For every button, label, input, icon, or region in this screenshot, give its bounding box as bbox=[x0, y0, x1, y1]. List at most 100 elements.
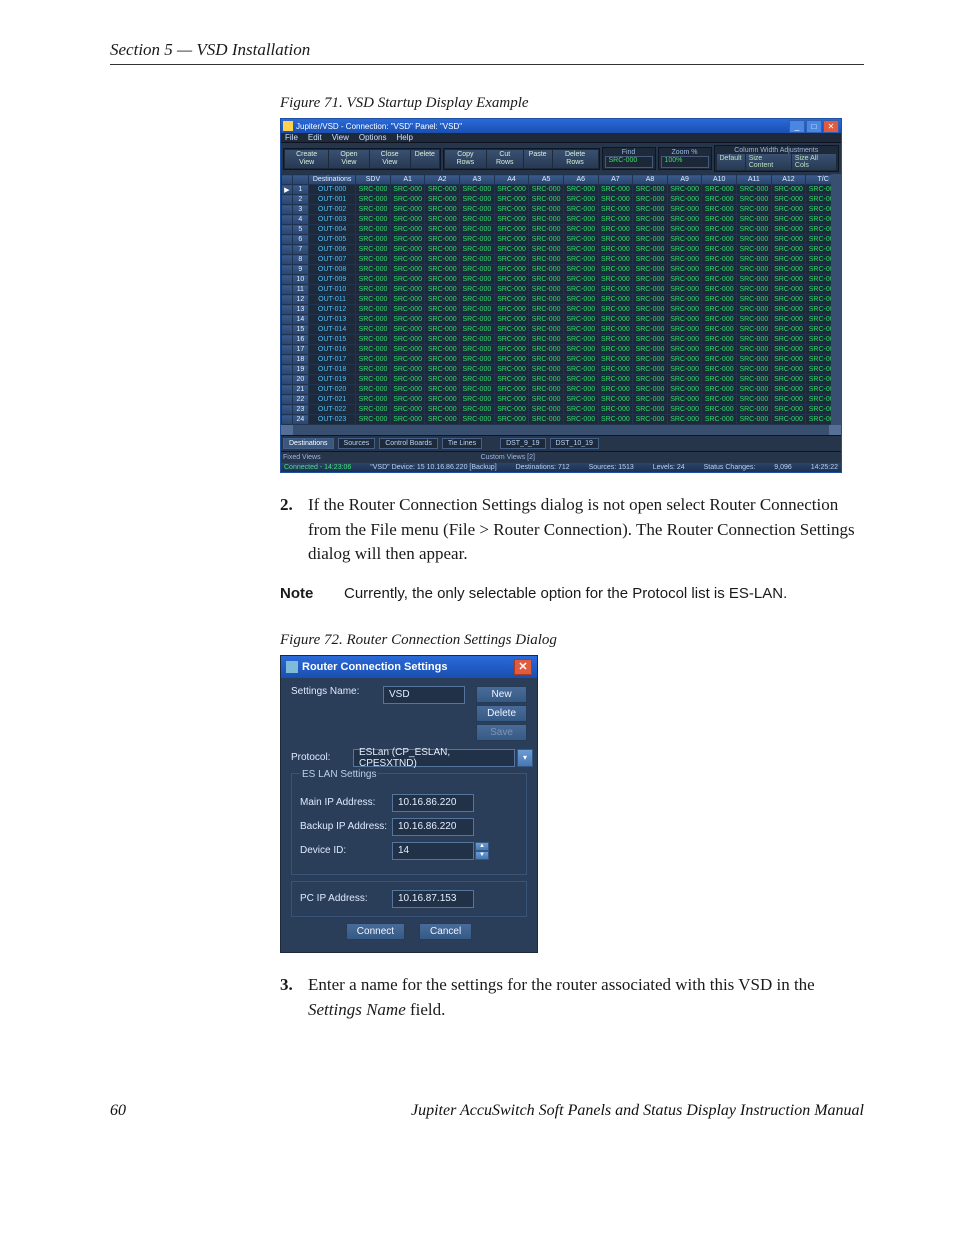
row-number[interactable]: 15 bbox=[292, 325, 308, 335]
connect-button[interactable]: Connect bbox=[346, 923, 405, 940]
destination-cell[interactable]: OUT-011 bbox=[309, 295, 356, 305]
data-cell[interactable]: SRC-000 bbox=[667, 265, 702, 275]
data-cell[interactable]: SRC-000 bbox=[702, 275, 737, 285]
destination-cell[interactable]: OUT-023 bbox=[309, 415, 356, 425]
data-cell[interactable]: SRC-000 bbox=[598, 195, 633, 205]
cancel-button[interactable]: Cancel bbox=[419, 923, 472, 940]
data-cell[interactable]: SRC-000 bbox=[702, 245, 737, 255]
data-cell[interactable]: SRC-000 bbox=[494, 305, 529, 315]
data-cell[interactable]: SRC-000 bbox=[356, 415, 391, 425]
tab-destinations[interactable]: Destinations bbox=[283, 438, 334, 449]
data-cell[interactable]: SRC-000 bbox=[667, 385, 702, 395]
data-cell[interactable]: SRC-000 bbox=[702, 385, 737, 395]
data-cell[interactable]: SRC-000 bbox=[633, 375, 668, 385]
data-cell[interactable]: SRC-000 bbox=[563, 285, 598, 295]
tab-dst-9-19[interactable]: DST_9_19 bbox=[500, 438, 545, 449]
data-cell[interactable]: SRC-000 bbox=[633, 195, 668, 205]
data-cell[interactable]: SRC-000 bbox=[460, 185, 495, 195]
data-cell[interactable]: SRC-000 bbox=[460, 225, 495, 235]
data-cell[interactable]: SRC-000 bbox=[667, 325, 702, 335]
data-cell[interactable]: SRC-000 bbox=[494, 375, 529, 385]
data-cell[interactable]: SRC-000 bbox=[425, 345, 460, 355]
grid-header[interactable]: A7 bbox=[598, 175, 633, 185]
data-cell[interactable]: SRC-000 bbox=[529, 265, 564, 275]
data-cell[interactable]: SRC-000 bbox=[356, 215, 391, 225]
zoom-input[interactable]: 100% bbox=[661, 156, 709, 168]
row-number[interactable]: 8 bbox=[292, 255, 308, 265]
data-cell[interactable]: SRC-000 bbox=[494, 205, 529, 215]
data-cell[interactable]: SRC-000 bbox=[529, 295, 564, 305]
data-cell[interactable]: SRC-000 bbox=[771, 365, 806, 375]
row-number[interactable]: 18 bbox=[292, 355, 308, 365]
data-cell[interactable]: SRC-000 bbox=[425, 395, 460, 405]
data-cell[interactable]: SRC-000 bbox=[390, 365, 425, 375]
data-cell[interactable]: SRC-000 bbox=[563, 405, 598, 415]
data-cell[interactable]: SRC-000 bbox=[563, 235, 598, 245]
data-cell[interactable]: SRC-000 bbox=[702, 215, 737, 225]
data-cell[interactable]: SRC-000 bbox=[425, 385, 460, 395]
data-cell[interactable]: SRC-000 bbox=[667, 275, 702, 285]
data-cell[interactable]: SRC-000 bbox=[598, 225, 633, 235]
grid-header[interactable]: A10 bbox=[702, 175, 737, 185]
data-cell[interactable]: SRC-000 bbox=[494, 405, 529, 415]
row-number[interactable]: 17 bbox=[292, 345, 308, 355]
data-cell[interactable]: SRC-000 bbox=[563, 255, 598, 265]
data-cell[interactable]: SRC-000 bbox=[771, 415, 806, 425]
menu-view[interactable]: View bbox=[332, 133, 349, 142]
data-cell[interactable]: SRC-000 bbox=[356, 395, 391, 405]
row-number[interactable]: 4 bbox=[292, 215, 308, 225]
grid-header[interactable] bbox=[292, 175, 308, 185]
data-cell[interactable]: SRC-000 bbox=[667, 225, 702, 235]
data-cell[interactable]: SRC-000 bbox=[529, 415, 564, 425]
data-cell[interactable]: SRC-000 bbox=[460, 325, 495, 335]
horizontal-scrollbar[interactable] bbox=[281, 425, 841, 435]
data-cell[interactable]: SRC-000 bbox=[390, 335, 425, 345]
data-cell[interactable]: SRC-000 bbox=[529, 315, 564, 325]
data-cell[interactable]: SRC-000 bbox=[390, 415, 425, 425]
data-cell[interactable]: SRC-000 bbox=[771, 395, 806, 405]
data-cell[interactable]: SRC-000 bbox=[460, 355, 495, 365]
data-cell[interactable]: SRC-000 bbox=[390, 315, 425, 325]
data-cell[interactable]: SRC-000 bbox=[460, 365, 495, 375]
data-cell[interactable]: SRC-000 bbox=[494, 345, 529, 355]
data-cell[interactable]: SRC-000 bbox=[563, 385, 598, 395]
data-cell[interactable]: SRC-000 bbox=[563, 415, 598, 425]
data-cell[interactable]: SRC-000 bbox=[390, 375, 425, 385]
data-cell[interactable]: SRC-000 bbox=[563, 305, 598, 315]
row-number[interactable]: 10 bbox=[292, 275, 308, 285]
data-cell[interactable]: SRC-000 bbox=[737, 385, 772, 395]
data-cell[interactable]: SRC-000 bbox=[737, 185, 772, 195]
data-cell[interactable]: SRC-000 bbox=[356, 275, 391, 285]
data-cell[interactable]: SRC-000 bbox=[529, 205, 564, 215]
data-cell[interactable]: SRC-000 bbox=[633, 225, 668, 235]
data-cell[interactable]: SRC-000 bbox=[563, 195, 598, 205]
data-cell[interactable]: SRC-000 bbox=[425, 335, 460, 345]
data-cell[interactable]: SRC-000 bbox=[460, 235, 495, 245]
destination-cell[interactable]: OUT-005 bbox=[309, 235, 356, 245]
data-cell[interactable]: SRC-000 bbox=[390, 305, 425, 315]
row-number[interactable]: 14 bbox=[292, 315, 308, 325]
save-button[interactable]: Save bbox=[476, 724, 527, 741]
data-cell[interactable]: SRC-000 bbox=[598, 355, 633, 365]
data-cell[interactable]: SRC-000 bbox=[356, 315, 391, 325]
data-cell[interactable]: SRC-000 bbox=[460, 295, 495, 305]
data-cell[interactable]: SRC-000 bbox=[771, 275, 806, 285]
data-cell[interactable]: SRC-000 bbox=[598, 365, 633, 375]
data-cell[interactable]: SRC-000 bbox=[598, 385, 633, 395]
data-cell[interactable]: SRC-000 bbox=[494, 265, 529, 275]
data-cell[interactable]: SRC-000 bbox=[356, 235, 391, 245]
grid-header[interactable] bbox=[282, 175, 293, 185]
data-cell[interactable]: SRC-000 bbox=[356, 385, 391, 395]
data-cell[interactable]: SRC-000 bbox=[702, 265, 737, 275]
data-cell[interactable]: SRC-000 bbox=[425, 325, 460, 335]
data-cell[interactable]: SRC-000 bbox=[771, 355, 806, 365]
data-cell[interactable]: SRC-000 bbox=[598, 375, 633, 385]
data-cell[interactable]: SRC-000 bbox=[737, 215, 772, 225]
data-cell[interactable]: SRC-000 bbox=[356, 335, 391, 345]
row-number[interactable]: 3 bbox=[292, 205, 308, 215]
data-cell[interactable]: SRC-000 bbox=[460, 375, 495, 385]
data-cell[interactable]: SRC-000 bbox=[563, 205, 598, 215]
data-cell[interactable]: SRC-000 bbox=[737, 245, 772, 255]
data-cell[interactable]: SRC-000 bbox=[460, 245, 495, 255]
row-number[interactable]: 21 bbox=[292, 385, 308, 395]
